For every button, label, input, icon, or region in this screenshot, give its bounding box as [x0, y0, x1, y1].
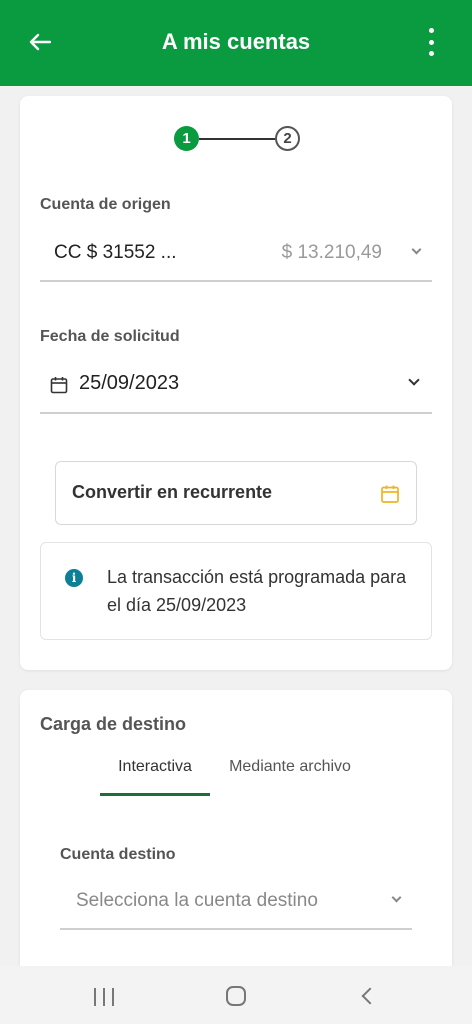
request-date-label: Fecha de solicitud: [40, 328, 180, 345]
destination-card: Carga de destino Interactiva Mediante ar…: [20, 690, 452, 980]
app-bar: A mis cuentas: [0, 0, 472, 86]
more-options-button[interactable]: [426, 28, 436, 56]
more-vertical-icon: [428, 28, 434, 33]
calendar-icon: [50, 377, 68, 394]
system-back-button[interactable]: [361, 987, 379, 1005]
request-date-picker[interactable]: 25/09/2023: [40, 368, 432, 414]
transfer-origin-card: 1 2 Cuenta de origen CC $ 31552 ... $ 13…: [20, 96, 452, 670]
system-navigation-bar: [0, 966, 472, 1024]
tab-file-upload[interactable]: Mediante archivo: [220, 752, 360, 796]
recent-apps-icon: [94, 988, 96, 1006]
origin-account-label: Cuenta de origen: [40, 196, 171, 213]
origin-account-select[interactable]: CC $ 31552 ... $ 13.210,49: [40, 236, 432, 282]
schedule-info-text: La transacción está programada para el d…: [107, 567, 407, 615]
stepper: 1 2: [174, 126, 300, 152]
step-2-indicator: 2: [275, 126, 300, 151]
calendar-icon: [381, 485, 399, 503]
request-date-value: 25/09/2023: [79, 372, 180, 394]
origin-account-balance: $ 13.210,49: [281, 242, 382, 263]
step-connector: [199, 138, 275, 140]
home-button[interactable]: [226, 986, 246, 1006]
origin-account-value: CC $ 31552 ...: [54, 242, 177, 263]
destination-account-placeholder: Selecciona la cuenta destino: [76, 890, 318, 911]
make-recurring-button[interactable]: Convertir en recurrente: [55, 461, 417, 525]
chevron-down-icon: [391, 892, 402, 903]
info-icon: i: [65, 569, 83, 587]
destination-section-title: Carga de destino: [40, 714, 187, 734]
tab-interactive[interactable]: Interactiva: [100, 752, 210, 796]
chevron-down-icon: [411, 244, 422, 255]
chevron-down-icon: [408, 374, 420, 386]
step-1-indicator: 1: [174, 126, 199, 151]
make-recurring-label: Convertir en recurrente: [72, 482, 273, 502]
destination-account-select[interactable]: Selecciona la cuenta destino: [60, 882, 412, 930]
recent-apps-button[interactable]: [94, 988, 114, 1006]
page-title: A mis cuentas: [161, 29, 311, 54]
destination-account-label: Cuenta destino: [60, 846, 176, 863]
schedule-info-box: i La transacción está programada para el…: [40, 542, 432, 640]
